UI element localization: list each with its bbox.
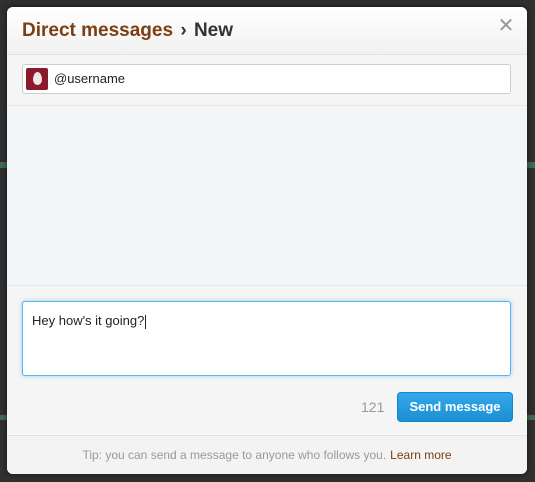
recipient-bar: @username xyxy=(7,55,527,106)
close-icon[interactable]: ✕ xyxy=(497,16,515,36)
send-message-button[interactable]: Send message xyxy=(397,392,513,422)
dialog-footer: Tip: you can send a message to anyone wh… xyxy=(7,435,527,474)
message-text: Hey how's it going? xyxy=(32,313,147,329)
char-counter: 121 xyxy=(361,399,385,415)
avatar xyxy=(26,68,48,90)
compose-area: Hey how's it going? 121 Send message xyxy=(7,286,527,434)
dialog-title: Direct messages › New xyxy=(22,20,233,42)
breadcrumb-direct-messages[interactable]: Direct messages xyxy=(22,20,173,41)
text-caret xyxy=(145,314,147,329)
backdrop-strip xyxy=(0,162,7,168)
direct-message-dialog: Direct messages › New ✕ @username Hey ho… xyxy=(7,7,527,474)
egg-icon xyxy=(33,72,42,85)
message-textarea[interactable]: Hey how's it going? xyxy=(22,301,511,376)
conversation-pane xyxy=(7,106,527,286)
recipient-value: @username xyxy=(54,71,126,86)
breadcrumb-new: New xyxy=(193,20,234,41)
recipient-input[interactable]: @username xyxy=(22,64,511,94)
tip-text: Tip: you can send a message to anyone wh… xyxy=(82,448,387,462)
breadcrumb-separator: › xyxy=(180,20,187,41)
dialog-header: Direct messages › New ✕ xyxy=(7,7,527,55)
learn-more-link[interactable]: Learn more xyxy=(390,448,451,462)
backdrop-strip xyxy=(527,415,535,420)
backdrop-strip xyxy=(0,415,7,420)
message-text-value: Hey how's it going? xyxy=(32,313,145,328)
backdrop-strip xyxy=(527,162,535,168)
